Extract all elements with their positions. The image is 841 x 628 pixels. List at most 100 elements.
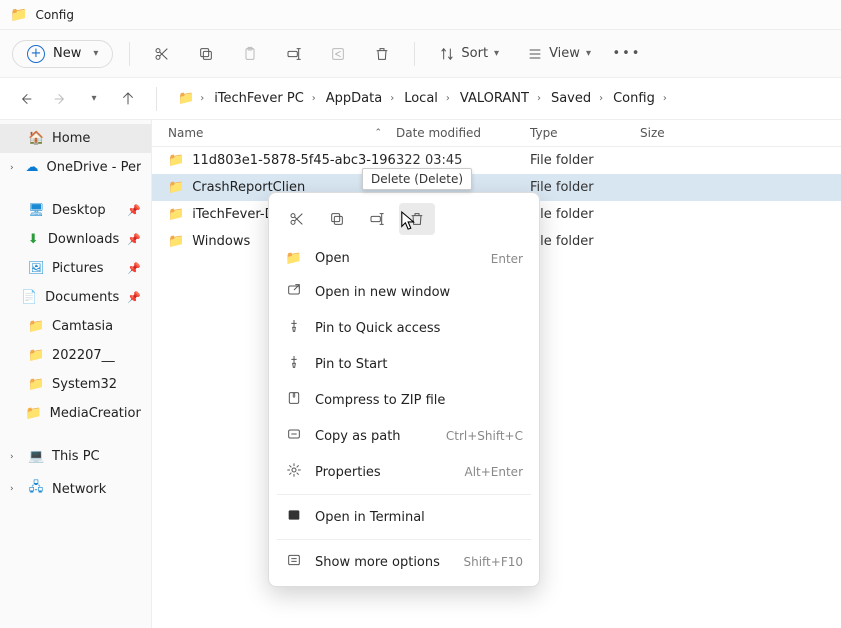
sidebar-item-downloads[interactable]: ⬇Downloads📌 xyxy=(0,225,151,254)
sidebar-item-camtasia[interactable]: 📁 Camtasia xyxy=(0,312,151,341)
breadcrumb-item[interactable]: Local xyxy=(400,89,442,108)
breadcrumb-item[interactable]: VALORANT xyxy=(456,89,533,108)
sidebar-item-date-folder[interactable]: 📁202207__ xyxy=(0,341,151,370)
chevron-down-icon: ▾ xyxy=(93,48,98,59)
sidebar-label: MediaCreationTool xyxy=(50,406,141,421)
copy-path-icon xyxy=(285,426,303,446)
rename-button[interactable] xyxy=(278,38,310,70)
ctx-item-copy-path[interactable]: Copy as pathCtrl+Shift+C xyxy=(269,418,539,454)
new-button[interactable]: + New ▾ xyxy=(12,40,113,68)
copy-icon xyxy=(198,46,214,62)
up-button[interactable] xyxy=(114,85,142,113)
column-size[interactable]: Size xyxy=(640,126,833,140)
chevron-right-icon: › xyxy=(661,91,669,106)
arrow-right-icon xyxy=(52,91,68,107)
chevron-right-icon: › xyxy=(535,91,543,106)
sidebar-label: Documents xyxy=(45,290,119,305)
column-name[interactable]: Name⌃ xyxy=(160,126,396,140)
terminal-icon xyxy=(285,507,303,527)
breadcrumb-item[interactable]: Config xyxy=(609,89,659,108)
column-type[interactable]: Type xyxy=(530,126,640,140)
ctx-item-properties[interactable]: PropertiesAlt+Enter xyxy=(269,454,539,490)
ctx-label: Open xyxy=(315,251,479,266)
file-name: Windows xyxy=(192,234,250,249)
ctx-item-open[interactable]: 📁OpenEnter xyxy=(269,243,539,274)
delete-button[interactable] xyxy=(366,38,398,70)
sidebar-item-this-pc[interactable]: ›💻This PC xyxy=(0,442,151,471)
ctx-item-pin-quick[interactable]: Pin to Quick access xyxy=(269,310,539,346)
network-icon: 🖧 xyxy=(28,478,44,500)
home-icon: 🏠 xyxy=(28,131,44,146)
paste-button[interactable] xyxy=(234,38,266,70)
ctx-label: Compress to ZIP file xyxy=(315,393,523,408)
sidebar-label: This PC xyxy=(52,449,100,464)
toolbar: + New ▾ Sort ▾ View ▾ ••• xyxy=(0,30,841,78)
sidebar-item-mediatool[interactable]: 📁MediaCreationTool xyxy=(0,399,151,428)
breadcrumb-item[interactable]: AppData xyxy=(322,89,386,108)
sidebar-item-network[interactable]: ›🖧Network xyxy=(0,471,151,507)
rename-icon xyxy=(369,211,385,227)
chevron-right-icon: › xyxy=(444,91,452,106)
sidebar-item-home[interactable]: 🏠Home xyxy=(0,124,151,153)
folder-icon: 📁 xyxy=(10,7,27,23)
context-menu: 📁OpenEnter Open in new window Pin to Qui… xyxy=(268,192,540,587)
separator xyxy=(156,87,157,111)
recent-button[interactable]: ▾ xyxy=(80,85,108,113)
forward-button[interactable] xyxy=(46,85,74,113)
sidebar-item-system32[interactable]: 📁System32 xyxy=(0,370,151,399)
sort-button[interactable]: Sort ▾ xyxy=(431,42,507,66)
address-bar[interactable]: 📁 › iTechFever PC› AppData› Local› VALOR… xyxy=(171,84,829,113)
view-icon xyxy=(527,46,543,62)
ctx-delete-button[interactable] xyxy=(399,203,435,235)
ctx-cut-button[interactable] xyxy=(279,203,315,235)
arrow-up-icon xyxy=(120,91,136,107)
zip-icon xyxy=(285,390,303,410)
ctx-item-terminal[interactable]: Open in Terminal xyxy=(269,499,539,535)
share-button[interactable] xyxy=(322,38,354,70)
breadcrumb-item[interactable]: Saved xyxy=(547,89,595,108)
title-bar: 📁 Config xyxy=(0,0,841,30)
chevron-right-icon[interactable]: › xyxy=(10,452,20,462)
sidebar-item-desktop[interactable]: 🖥Desktop📌 xyxy=(0,196,151,225)
sort-icon xyxy=(439,46,455,62)
window-title: Config xyxy=(35,8,74,22)
ctx-label: Pin to Quick access xyxy=(315,321,523,336)
view-label: View xyxy=(549,46,580,61)
folder-icon: 📁 xyxy=(28,377,44,392)
copy-button[interactable] xyxy=(190,38,222,70)
ctx-item-open-new-window[interactable]: Open in new window xyxy=(269,274,539,310)
ctx-label: Open in Terminal xyxy=(315,510,523,525)
file-row[interactable]: 📁11d803e1-5878-5f45-abc3-19651e6 322 03:… xyxy=(152,147,841,174)
file-type: File folder xyxy=(530,153,640,168)
chevron-right-icon[interactable]: › xyxy=(10,163,18,173)
sidebar-item-onedrive[interactable]: ›☁OneDrive - Persona xyxy=(0,153,151,182)
ctx-shortcut: Shift+F10 xyxy=(463,555,523,569)
sidebar-item-pictures[interactable]: 🖼Pictures📌 xyxy=(0,254,151,283)
pin-icon xyxy=(285,318,303,338)
ctx-item-pin-start[interactable]: Pin to Start xyxy=(269,346,539,382)
column-date[interactable]: Date modified xyxy=(396,126,530,140)
separator xyxy=(277,539,531,540)
back-button[interactable] xyxy=(12,85,40,113)
column-label: Date modified xyxy=(396,126,481,140)
sidebar-label: Pictures xyxy=(52,261,103,276)
chevron-right-icon: › xyxy=(198,91,206,106)
sidebar-item-documents[interactable]: 📄Documents📌 xyxy=(0,283,151,312)
folder-icon: 📁 xyxy=(28,319,44,334)
separator xyxy=(414,42,415,66)
folder-icon: 📁 xyxy=(28,348,44,363)
ctx-item-compress[interactable]: Compress to ZIP file xyxy=(269,382,539,418)
sidebar-label: Camtasia xyxy=(52,319,113,334)
breadcrumb-item[interactable]: iTechFever PC xyxy=(210,89,308,108)
trash-icon xyxy=(409,211,425,227)
chevron-right-icon[interactable]: › xyxy=(10,484,20,494)
arrow-left-icon xyxy=(18,91,34,107)
ctx-rename-button[interactable] xyxy=(359,203,395,235)
view-button[interactable]: View ▾ xyxy=(519,42,599,66)
documents-icon: 📄 xyxy=(21,290,37,305)
ctx-item-more-options[interactable]: Show more optionsShift+F10 xyxy=(269,544,539,580)
ctx-copy-button[interactable] xyxy=(319,203,355,235)
cut-button[interactable] xyxy=(146,38,178,70)
more-button[interactable]: ••• xyxy=(611,38,643,70)
file-name: 11d803e1-5878-5f45-abc3-19651e6 xyxy=(192,153,396,168)
